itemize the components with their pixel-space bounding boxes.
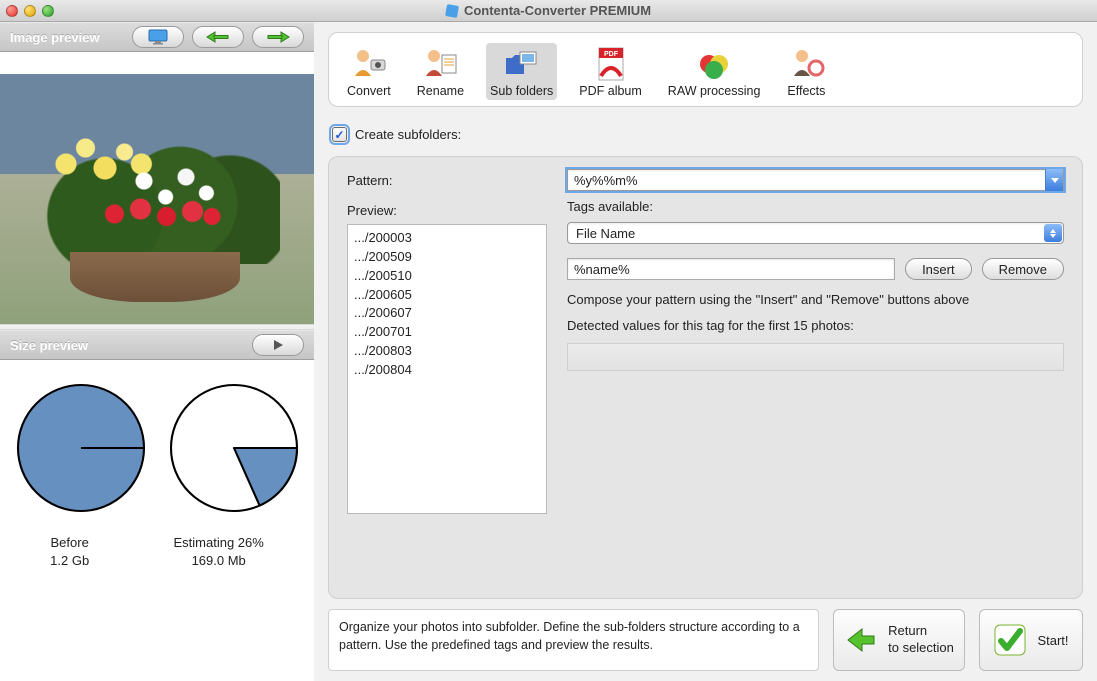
tab-label: Convert	[347, 84, 391, 98]
title-bar: Contenta-Converter PREMIUM	[0, 0, 1097, 22]
size-after-label: Estimating 26%	[174, 534, 264, 552]
preview-listbox[interactable]: .../200003 .../200509 .../200510 .../200…	[347, 224, 547, 514]
list-item[interactable]: .../200607	[354, 304, 540, 323]
tab-rename[interactable]: Rename	[413, 43, 468, 100]
tab-label: PDF album	[579, 84, 642, 98]
footer-info: Organize your photos into subfolder. Def…	[328, 609, 819, 671]
tab-effects[interactable]: Effects	[782, 43, 830, 100]
detected-hint: Detected values for this tag for the fir…	[567, 316, 1064, 336]
remove-button[interactable]: Remove	[982, 258, 1064, 280]
size-preview-header: Size preview	[0, 330, 314, 360]
app-icon	[445, 4, 459, 18]
size-after-value: 169.0 Mb	[174, 552, 264, 570]
tags-available-value: File Name	[576, 226, 635, 241]
create-subfolders-label: Create subfolders:	[355, 127, 461, 142]
pattern-label: Pattern:	[347, 169, 547, 188]
tab-label: Sub folders	[490, 84, 553, 98]
insert-button[interactable]: Insert	[905, 258, 972, 280]
list-item[interactable]: .../200003	[354, 229, 540, 248]
mode-toolbar: Convert Rename Sub folders PDF	[328, 32, 1083, 107]
pdf-icon: PDF	[591, 46, 631, 82]
tab-subfolders[interactable]: Sub folders	[486, 43, 557, 100]
person-document-icon	[420, 46, 460, 82]
tab-label: Effects	[787, 84, 825, 98]
subfolders-form: Pattern: %y%%m% Preview: .../200003 .../…	[328, 156, 1083, 599]
checkmark-icon	[993, 623, 1027, 657]
list-item[interactable]: .../200509	[354, 248, 540, 267]
folder-photos-icon	[502, 46, 542, 82]
tags-available-label: Tags available:	[567, 199, 1064, 214]
return-to-selection-button[interactable]: Return to selection	[833, 609, 965, 671]
tab-label: Rename	[417, 84, 464, 98]
list-item[interactable]: .../200804	[354, 361, 540, 380]
pattern-value: %y%%m%	[574, 173, 638, 188]
tab-convert[interactable]: Convert	[343, 43, 395, 100]
return-label-1: Return	[888, 623, 954, 640]
size-before-block: Before 1.2 Gb	[50, 534, 89, 570]
start-label: Start!	[1037, 633, 1068, 648]
return-label-2: to selection	[888, 640, 954, 657]
pattern-combo[interactable]: %y%%m%	[567, 169, 1064, 191]
pie-before	[11, 378, 151, 518]
person-camera-icon	[349, 46, 389, 82]
preview-monitor-button[interactable]	[132, 26, 184, 48]
create-subfolders-checkbox[interactable]	[332, 127, 347, 142]
preview-next-button[interactable]	[252, 26, 304, 48]
preview-prev-button[interactable]	[192, 26, 244, 48]
svg-text:PDF: PDF	[604, 51, 619, 58]
person-swirl-icon	[786, 46, 826, 82]
size-before-value: 1.2 Gb	[50, 552, 89, 570]
tab-pdfalbum[interactable]: PDF PDF album	[575, 43, 646, 100]
size-preview-play-button[interactable]	[252, 334, 304, 356]
size-before-label: Before	[50, 534, 89, 552]
pie-after	[164, 378, 304, 518]
arrow-left-icon	[844, 623, 878, 657]
window-title: Contenta-Converter PREMIUM	[464, 3, 651, 18]
tags-available-select[interactable]: File Name	[567, 222, 1064, 244]
remove-label: Remove	[999, 262, 1047, 277]
list-item[interactable]: .../200510	[354, 267, 540, 286]
image-preview-header: Image preview	[0, 22, 314, 52]
size-preview-title: Size preview	[10, 338, 88, 353]
tag-token-field[interactable]: %name%	[567, 258, 895, 280]
image-preview	[0, 74, 314, 324]
rgb-balls-icon	[694, 46, 734, 82]
list-item[interactable]: .../200605	[354, 286, 540, 305]
preview-label: Preview:	[347, 199, 547, 218]
start-button[interactable]: Start!	[979, 609, 1083, 671]
detected-values-box	[567, 343, 1064, 371]
updown-icon[interactable]	[1044, 224, 1062, 242]
size-after-block: Estimating 26% 169.0 Mb	[174, 534, 264, 570]
insert-label: Insert	[922, 262, 955, 277]
tab-label: RAW processing	[668, 84, 761, 98]
list-item[interactable]: .../200701	[354, 323, 540, 342]
list-item[interactable]: .../200803	[354, 342, 540, 361]
tab-rawprocessing[interactable]: RAW processing	[664, 43, 765, 100]
chevron-down-icon[interactable]	[1045, 169, 1063, 191]
image-preview-title: Image preview	[10, 30, 100, 45]
compose-hint: Compose your pattern using the "Insert" …	[567, 290, 1064, 310]
tag-token-value: %name%	[574, 262, 630, 277]
